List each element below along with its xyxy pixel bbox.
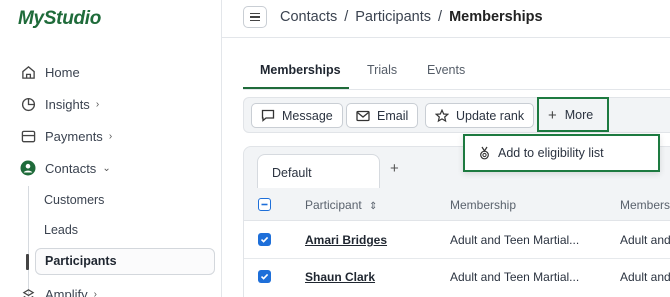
select-all-checkbox[interactable] (258, 198, 271, 211)
app-logo[interactable]: MyStudio (18, 8, 101, 30)
breadcrumb-participants[interactable]: Participants (355, 9, 431, 25)
more-button[interactable]: + More (541, 102, 600, 128)
sidebar-item-label: Home (45, 64, 80, 80)
column-header-label: Participant (305, 198, 362, 212)
breadcrumb-separator: / (344, 9, 349, 25)
message-icon (261, 109, 275, 122)
email-button[interactable]: Email (346, 103, 419, 128)
tab-trials[interactable]: Trials (367, 63, 397, 77)
sidebar: MyStudio Home Insights › Payments › Cont… (0, 0, 222, 297)
row-checkbox[interactable] (258, 233, 271, 246)
participant-name-link[interactable]: Shaun Clark (305, 270, 375, 284)
sort-icon: ⇕ (369, 201, 378, 212)
home-icon (20, 64, 36, 80)
sidebar-item-label: Insights (45, 96, 90, 112)
chevron-right-icon: › (108, 130, 113, 142)
medal-icon (478, 146, 491, 160)
more-button-label: More (564, 108, 594, 122)
sidebar-subitem-leads[interactable]: Leads (44, 223, 78, 237)
message-button[interactable]: Message (251, 103, 343, 128)
tab-memberships[interactable]: Memberships (260, 63, 341, 77)
hamburger-menu-button[interactable] (243, 6, 267, 28)
sidebar-item-label: Payments (45, 128, 103, 144)
add-view-button[interactable]: + (390, 160, 399, 177)
payments-icon (20, 128, 36, 144)
view-tab-default[interactable]: Default (257, 154, 380, 188)
header-divider (222, 37, 670, 38)
breadcrumb: Contacts / Participants / Memberships (280, 9, 543, 25)
sidebar-item-label: Amplify (45, 286, 88, 297)
membership-cell: Adult and Teen Martial... (450, 270, 580, 284)
membership-cell: Adult and Teen Martial... (450, 233, 580, 247)
breadcrumb-separator: / (438, 9, 443, 25)
pie-chart-icon (20, 96, 36, 112)
hamburger-icon (250, 12, 260, 15)
menu-item-add-to-eligibility-list[interactable]: Add to eligibility list (478, 146, 604, 160)
tabs-divider (243, 89, 670, 90)
row-divider (244, 258, 670, 259)
plus-icon: + (548, 106, 557, 124)
breadcrumb-contacts[interactable]: Contacts (280, 9, 337, 25)
hamburger-line (250, 16, 260, 18)
active-tab-underline (243, 87, 349, 89)
sidebar-item-home[interactable]: Home (20, 60, 80, 84)
check-icon (260, 273, 269, 280)
breadcrumb-memberships: Memberships (449, 9, 543, 25)
chevron-right-icon: › (93, 288, 97, 297)
sidebar-item-label: Contacts (45, 160, 97, 176)
sidebar-subitem-participants[interactable]: Participants (45, 254, 117, 268)
tab-events[interactable]: Events (427, 63, 465, 77)
membership-cell-2: Adult and (620, 233, 670, 247)
participant-name-link[interactable]: Amari Bridges (305, 233, 387, 247)
star-icon (435, 108, 449, 123)
row-checkbox[interactable] (258, 270, 271, 283)
column-header-membership[interactable]: Membership (450, 198, 516, 212)
sidebar-item-insights[interactable]: Insights › (20, 92, 99, 116)
user-circle-icon (20, 160, 36, 176)
chevron-right-icon: › (95, 98, 100, 110)
check-icon (260, 236, 269, 243)
minus-icon (261, 203, 268, 206)
message-button-label: Message (282, 108, 333, 123)
update-rank-button-label: Update rank (456, 108, 525, 123)
column-header-participant[interactable]: Participant ⇕ (305, 198, 377, 212)
membership-cell-2: Adult and (620, 270, 670, 284)
menu-item-label: Add to eligibility list (498, 146, 604, 160)
submenu-guide-line (28, 186, 29, 297)
sidebar-item-contacts[interactable]: Contacts ⌄ (20, 156, 111, 180)
sidebar-subitem-customers[interactable]: Customers (44, 193, 104, 207)
sidebar-item-amplify[interactable]: Amplify › (20, 282, 97, 297)
mail-icon (356, 110, 370, 122)
update-rank-button[interactable]: Update rank (425, 103, 535, 128)
active-indicator (26, 254, 29, 270)
chevron-down-icon: ⌄ (102, 162, 111, 174)
hamburger-line (250, 19, 260, 22)
amplify-icon (20, 286, 36, 297)
email-button-label: Email (377, 108, 409, 123)
sidebar-item-payments[interactable]: Payments › (20, 124, 112, 148)
more-dropdown-menu: Add to eligibility list (463, 134, 660, 172)
column-header-membership-2[interactable]: Membersh (620, 198, 670, 212)
